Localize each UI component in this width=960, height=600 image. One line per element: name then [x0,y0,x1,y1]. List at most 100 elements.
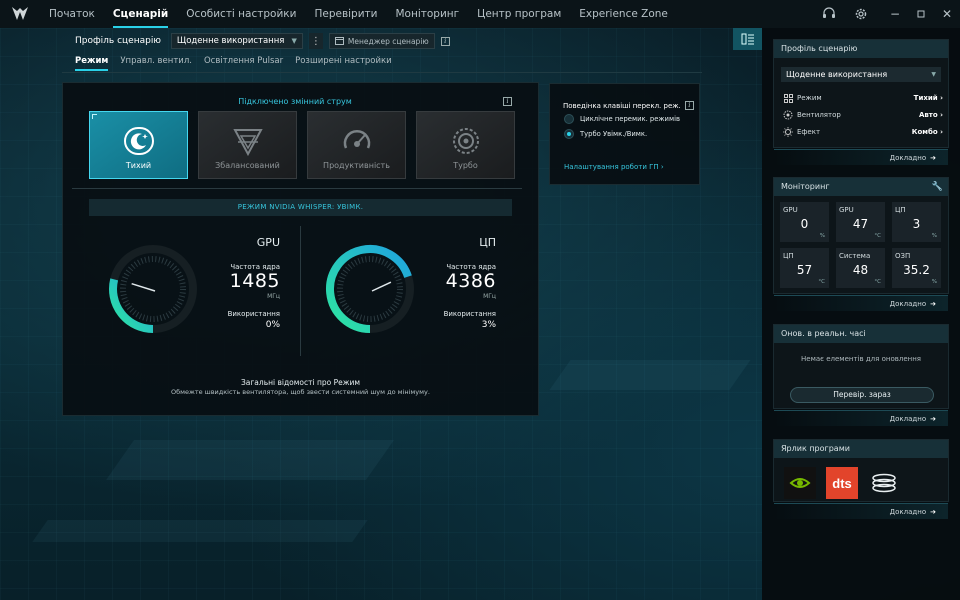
gpu-usage-label: Використання [227,310,280,318]
more-link-label: Докладно [889,154,927,162]
balanced-mode-icon [231,126,265,156]
monitor-cell-label: ЦП [895,206,906,214]
profile-row-fan[interactable]: Вентилятор Авто › [783,108,943,122]
disk-app-icon[interactable] [868,467,900,499]
mode-cards: Тихий Збалансований Продуктивність Турбо [89,111,515,179]
tab-fan-control[interactable]: Управл. вентил. [120,56,192,72]
dts-logo-text: dts [832,475,852,491]
mode-card-label: Збалансований [215,161,280,170]
profile-row-label: Ефект [797,128,821,136]
background-streak [549,360,751,390]
monitor-cell-value: 48 [852,263,869,277]
background-streak [32,520,368,542]
profile-card: Профіль сценарію Щоденне використання ▼ … [773,39,949,165]
gpu-freq-unit: МГц [267,293,280,300]
scenario-manager-button[interactable]: Менеджер сценарію [328,33,435,49]
dts-app-icon[interactable]: dts [826,467,858,499]
radio-cycle-modes[interactable]: Циклічне перемик. режимів [564,114,680,124]
more-link-label: Докладно [889,508,927,516]
shortcut-card-title: Ярлик програми [774,440,948,458]
radio-label: Циклічне перемик. режимів [580,115,680,123]
profile-row-label: Вентилятор [797,111,841,119]
gpu-gauge-value-arc [109,278,154,333]
cpu-gauge-ticks [337,256,403,322]
profile-row-effect[interactable]: Ефект Комбо › [783,125,943,139]
close-icon[interactable]: ✕ [934,0,960,28]
info-icon[interactable]: i [440,36,450,46]
tab-mode[interactable]: Режим [75,56,109,72]
nav-app-center[interactable]: Центр програм [468,0,570,28]
nvidia-app-icon[interactable] [784,467,816,499]
effect-sun-icon [783,127,793,137]
tab-advanced-settings[interactable]: Розширені настройки [295,56,392,72]
cpu-usage-value: 3% [481,320,496,330]
settings-gear-icon[interactable] [848,0,874,28]
mode-card-performance[interactable]: Продуктивність [307,111,406,179]
chevron-down-icon: ▼ [931,71,936,78]
monitor-cell-gpu-usage: GPU 0 % [780,202,829,242]
radio-button-selected[interactable] [564,129,574,139]
monitor-cell-unit: % [931,233,937,239]
profile-row-mode[interactable]: Режим Тихий › [783,91,943,105]
monitor-cell-cpu-temp: ЦП 57 °C [780,248,829,288]
shortcut-card-more-link[interactable]: Докладно ➔ [774,503,948,519]
fan-icon [783,110,793,120]
app-shortcut-icons: dts [784,467,900,499]
cpu-title: ЦП [479,236,496,249]
more-link-label: Докладно [889,415,927,423]
maximize-icon[interactable] [908,0,934,28]
monitor-cell-label: ЦП [783,252,794,260]
more-link-label: Докладно [889,300,927,308]
radio-turbo-toggle[interactable]: Турбо Увімк./Вимк. [564,129,647,139]
mode-info-title: Загальні відомості про Режим [240,378,361,387]
profile-dropdown[interactable]: Щоденне використання ▼ [170,33,303,49]
no-updates-message: Немає елементів для оновлення [801,355,921,363]
mode-card-quiet[interactable]: Тихий [89,111,188,179]
wrench-icon[interactable]: 🔧 [932,178,943,196]
mode-card-turbo[interactable]: Турбо [416,111,515,179]
monitor-cell-unit: % [931,279,937,285]
info-icon[interactable]: i [684,101,694,110]
mode-card-label: Продуктивність [323,161,390,170]
more-options-icon[interactable]: ⋮ [308,33,323,49]
gpu-settings-link[interactable]: Налаштування роботи ГП › [564,163,664,171]
profile-row-label: Режим [797,94,822,102]
headset-support-icon[interactable] [816,0,842,28]
nav-monitoring[interactable]: Моніторинг [386,0,468,28]
mode-card-balanced[interactable]: Збалансований [198,111,297,179]
sidebar-toggle-icon[interactable] [733,28,762,50]
update-card-title: Онов. в реальн. часі [774,325,948,343]
info-icon[interactable]: i [503,97,512,106]
cpu-gauge-block: ЦП Частота ядра 4386 МГц Використання 3% [322,228,502,348]
nav-check[interactable]: Перевірити [305,0,386,28]
profile-card-more-link[interactable]: Докладно ➔ [774,149,948,165]
nav-home[interactable]: Початок [40,0,104,28]
subtabs-divider [62,72,702,73]
radio-button[interactable] [564,114,574,124]
profile-card-dropdown[interactable]: Щоденне використання ▼ [781,67,941,82]
update-card-more-link[interactable]: Докладно ➔ [774,410,948,426]
nav-personal-settings[interactable]: Особисті настройки [177,0,305,28]
gpu-gauge [109,245,197,333]
arrow-right-icon: ➔ [930,508,936,516]
app-shortcut-card: Ярлик програми dts Докладно ➔ [773,439,949,519]
cpu-freq-value: 4386 [445,270,496,292]
key-behavior-title-row: Поведінка клавіші перекл. реж. i [563,101,694,110]
monitor-cell-value: 0 [800,217,809,231]
arrow-right-icon: ➔ [930,415,936,423]
monitoring-card: Моніторинг 🔧 GPU 0 % GPU 47 °C ЦП 3 % ЦП… [773,177,949,311]
nav-experience-zone[interactable]: Experience Zone [570,0,677,28]
gpu-gauge-ticks [120,256,186,322]
monitor-cell-label: ОЗП [895,252,911,260]
gpu-usage-value: 0% [265,320,280,330]
gpu-gauge-block: GPU Частота ядра 1485 МГц Використання 0… [105,228,285,348]
key-behavior-title: Поведінка клавіші перекл. реж. [563,101,681,110]
monitor-cell-cpu-usage: ЦП 3 % [892,202,941,242]
nav-scenario[interactable]: Сценарій [104,0,177,28]
check-now-button[interactable]: Перевір. зараз [790,387,934,403]
monitoring-card-more-link[interactable]: Докладно ➔ [774,295,948,311]
tab-pulsar-lighting[interactable]: Освітлення Pulsar [204,56,283,72]
minimize-icon[interactable]: − [882,0,908,28]
mode-card-label: Турбо [453,161,478,170]
monitor-cell-unit: °C [874,279,881,285]
